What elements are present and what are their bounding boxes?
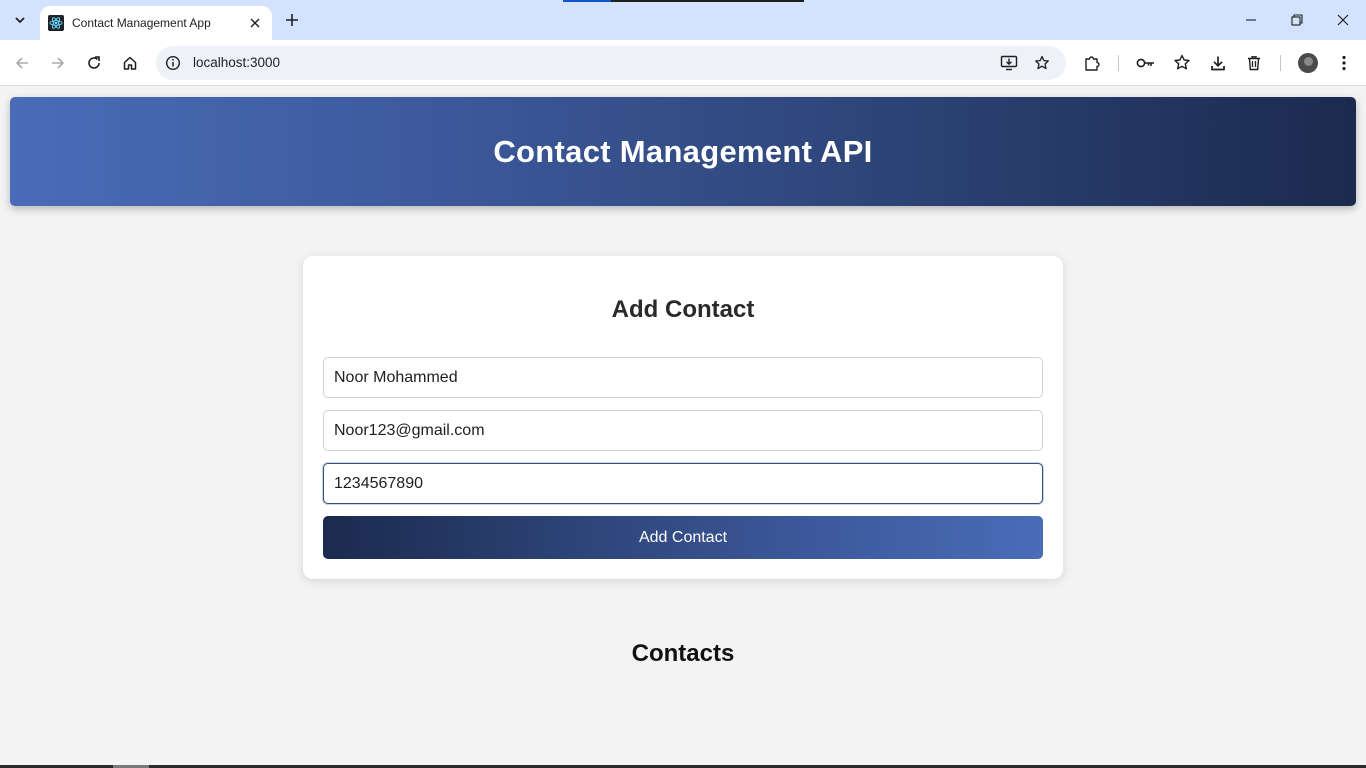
- star-list-icon: [1173, 54, 1191, 72]
- form-title: Add Contact: [611, 296, 755, 323]
- name-field[interactable]: [323, 357, 1043, 398]
- plus-icon: [285, 13, 299, 27]
- tab-title: Contact Management App: [72, 16, 211, 30]
- reload-button[interactable]: [80, 49, 108, 77]
- minimize-icon: [1245, 14, 1257, 26]
- profile-avatar[interactable]: [1298, 53, 1318, 73]
- browser-toolbar: localhost:3000: [0, 40, 1366, 86]
- add-contact-button[interactable]: Add Contact: [323, 516, 1043, 559]
- reload-icon: [86, 55, 102, 71]
- tabbar-accent-dark: [611, 0, 804, 2]
- extensions-button[interactable]: [1078, 49, 1106, 77]
- install-app-icon[interactable]: [996, 50, 1022, 76]
- trash-icon: [1246, 55, 1262, 71]
- passwords-button[interactable]: [1132, 49, 1160, 77]
- minimize-button[interactable]: [1237, 6, 1265, 34]
- download-icon: [1210, 55, 1226, 71]
- email-field[interactable]: [323, 410, 1043, 451]
- new-tab-button[interactable]: [280, 8, 304, 32]
- trash-button[interactable]: [1240, 49, 1268, 77]
- url-text[interactable]: localhost:3000: [193, 55, 280, 70]
- add-contact-form: Add Contact Add Contact: [303, 256, 1063, 579]
- contacts-heading: Contacts: [631, 640, 735, 667]
- restore-icon: [1291, 14, 1303, 26]
- page-title: Contact Management API: [493, 133, 873, 169]
- close-icon: [1337, 14, 1349, 26]
- chevron-down-icon: [14, 14, 26, 26]
- close-icon[interactable]: [246, 14, 264, 32]
- restore-button[interactable]: [1283, 6, 1311, 34]
- star-icon[interactable]: [1029, 50, 1055, 76]
- key-icon: [1136, 56, 1156, 70]
- toolbar-separator: [1118, 55, 1119, 71]
- info-icon[interactable]: [164, 54, 182, 72]
- app-header: Contact Management API: [10, 97, 1356, 206]
- tab-search-button[interactable]: [6, 7, 34, 33]
- forward-button[interactable]: [44, 49, 72, 77]
- toolbar-separator: [1280, 55, 1281, 71]
- puzzle-icon: [1083, 54, 1101, 72]
- home-button[interactable]: [116, 49, 144, 77]
- arrow-left-icon: [14, 55, 30, 71]
- browser-tabbar: Contact Management App: [0, 0, 1366, 40]
- arrow-right-icon: [50, 55, 66, 71]
- browser-tab-active[interactable]: Contact Management App: [40, 6, 272, 40]
- more-vertical-icon: [1342, 55, 1346, 71]
- react-icon: [48, 15, 64, 31]
- back-button[interactable]: [8, 49, 36, 77]
- home-icon: [122, 55, 138, 71]
- address-bar[interactable]: localhost:3000: [156, 46, 1066, 80]
- tabbar-accent: [563, 0, 611, 2]
- downloads-button[interactable]: [1204, 49, 1232, 77]
- bookmarks-button[interactable]: [1168, 49, 1196, 77]
- close-window-button[interactable]: [1329, 6, 1357, 34]
- menu-button[interactable]: [1330, 49, 1358, 77]
- phone-field[interactable]: [323, 463, 1043, 504]
